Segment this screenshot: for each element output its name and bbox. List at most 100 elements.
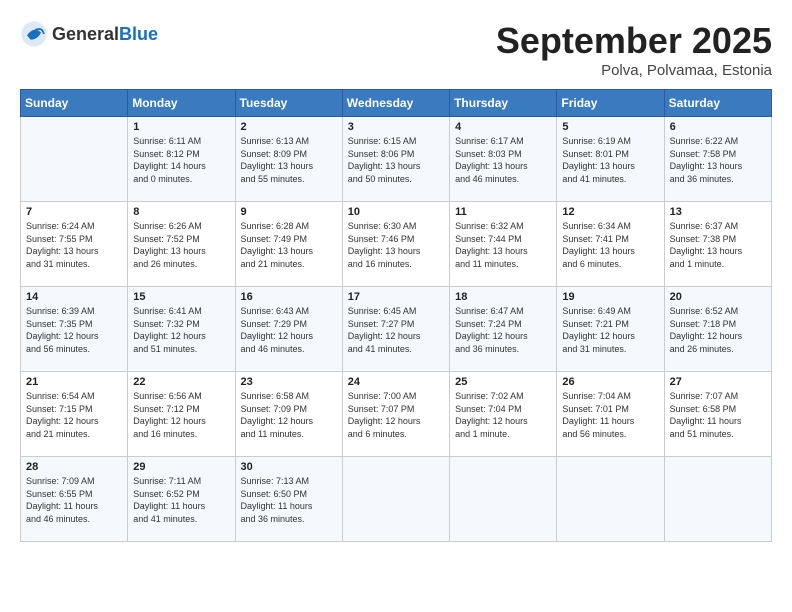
- day-info: Sunrise: 6:43 AM Sunset: 7:29 PM Dayligh…: [241, 305, 337, 355]
- calendar-cell: 29Sunrise: 7:11 AM Sunset: 6:52 PM Dayli…: [128, 457, 235, 542]
- day-number: 28: [26, 461, 122, 473]
- day-info: Sunrise: 6:13 AM Sunset: 8:09 PM Dayligh…: [241, 135, 337, 185]
- calendar-cell: 13 Sunrise: 6:37 AM Sunset: 7:38 PM Dayli…: [664, 202, 771, 287]
- weekday-header-monday: Monday: [128, 90, 235, 117]
- calendar-cell: 26 Sunrise: 7:04 AM Sunset: 7:01 PM Dayli…: [557, 372, 664, 457]
- day-number: 18: [455, 291, 551, 303]
- day-info: Sunrise: 6:52 AM Sunset: 7:18 PM Dayligh…: [670, 305, 766, 355]
- calendar-cell: 9Sunrise: 6:28 AM Sunset: 7:49 PM Daylig…: [235, 202, 342, 287]
- day-number: 25: [455, 376, 551, 388]
- calendar-cell: 22 Sunrise: 6:56 AM Sunset: 7:12 PM Dayli…: [128, 372, 235, 457]
- day-info: Sunrise: 6:47 AM Sunset: 7:24 PM Dayligh…: [455, 305, 551, 355]
- calendar-cell: [21, 117, 128, 202]
- day-info: Sunrise: 6:11 AM Sunset: 8:12 PM Dayligh…: [133, 135, 229, 185]
- calendar-cell: 25 Sunrise: 7:02 AM Sunset: 7:04 PM Dayli…: [450, 372, 557, 457]
- calendar-week-4: 21 Sunrise: 6:54 AM Sunset: 7:15 PM Dayli…: [21, 372, 772, 457]
- page-header: GeneralBlue September 2025 Polva, Polvam…: [20, 20, 772, 79]
- day-number: 22: [133, 376, 229, 388]
- calendar-cell: [342, 457, 449, 542]
- calendar-week-2: 7Sunrise: 6:24 AM Sunset: 7:55 PM Daylig…: [21, 202, 772, 287]
- calendar-table: SundayMondayTuesdayWednesdayThursdayFrid…: [20, 89, 772, 542]
- day-info: Sunrise: 6:39 AM Sunset: 7:35 PM Dayligh…: [26, 305, 122, 355]
- day-number: 20: [670, 291, 766, 303]
- day-info: Sunrise: 6:15 AM Sunset: 8:06 PM Dayligh…: [348, 135, 444, 185]
- calendar-cell: 8Sunrise: 6:26 AM Sunset: 7:52 PM Daylig…: [128, 202, 235, 287]
- calendar-week-3: 14Sunrise: 6:39 AM Sunset: 7:35 PM Dayli…: [21, 287, 772, 372]
- calendar-cell: [664, 457, 771, 542]
- weekday-header-wednesday: Wednesday: [342, 90, 449, 117]
- day-number: 21: [26, 376, 122, 388]
- day-number: 26: [562, 376, 658, 388]
- calendar-cell: 17 Sunrise: 6:45 AM Sunset: 7:27 PM Dayli…: [342, 287, 449, 372]
- day-number: 2: [241, 121, 337, 133]
- day-info: Sunrise: 6:34 AM Sunset: 7:41 PM Dayligh…: [562, 220, 658, 270]
- day-info: Sunrise: 7:07 AM Sunset: 6:58 PM Dayligh…: [670, 390, 766, 440]
- day-number: 15: [133, 291, 229, 303]
- calendar-cell: 15 Sunrise: 6:41 AM Sunset: 7:32 PM Dayli…: [128, 287, 235, 372]
- calendar-cell: 5 Sunrise: 6:19 AM Sunset: 8:01 PM Daylig…: [557, 117, 664, 202]
- calendar-cell: 12 Sunrise: 6:34 AM Sunset: 7:41 PM Dayli…: [557, 202, 664, 287]
- calendar-cell: 30 Sunrise: 7:13 AM Sunset: 6:50 PM Dayli…: [235, 457, 342, 542]
- calendar-cell: 14Sunrise: 6:39 AM Sunset: 7:35 PM Dayli…: [21, 287, 128, 372]
- logo-icon: [20, 20, 48, 48]
- calendar-cell: 27Sunrise: 7:07 AM Sunset: 6:58 PM Dayli…: [664, 372, 771, 457]
- calendar-week-5: 28 Sunrise: 7:09 AM Sunset: 6:55 PM Dayli…: [21, 457, 772, 542]
- calendar-cell: 1 Sunrise: 6:11 AM Sunset: 8:12 PM Daylig…: [128, 117, 235, 202]
- day-number: 30: [241, 461, 337, 473]
- day-info: Sunrise: 7:09 AM Sunset: 6:55 PM Dayligh…: [26, 475, 122, 525]
- day-info: Sunrise: 6:37 AM Sunset: 7:38 PM Dayligh…: [670, 220, 766, 270]
- day-number: 5: [562, 121, 658, 133]
- day-number: 16: [241, 291, 337, 303]
- day-info: Sunrise: 6:45 AM Sunset: 7:27 PM Dayligh…: [348, 305, 444, 355]
- day-info: Sunrise: 7:13 AM Sunset: 6:50 PM Dayligh…: [241, 475, 337, 525]
- day-info: Sunrise: 6:17 AM Sunset: 8:03 PM Dayligh…: [455, 135, 551, 185]
- calendar-cell: 21 Sunrise: 6:54 AM Sunset: 7:15 PM Dayli…: [21, 372, 128, 457]
- day-info: Sunrise: 6:56 AM Sunset: 7:12 PM Dayligh…: [133, 390, 229, 440]
- day-info: Sunrise: 6:41 AM Sunset: 7:32 PM Dayligh…: [133, 305, 229, 355]
- day-number: 1: [133, 121, 229, 133]
- calendar-cell: 19Sunrise: 6:49 AM Sunset: 7:21 PM Dayli…: [557, 287, 664, 372]
- calendar-cell: 11 Sunrise: 6:32 AM Sunset: 7:44 PM Dayli…: [450, 202, 557, 287]
- day-number: 17: [348, 291, 444, 303]
- day-info: Sunrise: 6:54 AM Sunset: 7:15 PM Dayligh…: [26, 390, 122, 440]
- logo: GeneralBlue: [20, 20, 158, 48]
- day-number: 11: [455, 206, 551, 218]
- day-info: Sunrise: 6:32 AM Sunset: 7:44 PM Dayligh…: [455, 220, 551, 270]
- calendar-cell: 28 Sunrise: 7:09 AM Sunset: 6:55 PM Dayli…: [21, 457, 128, 542]
- calendar-cell: 3 Sunrise: 6:15 AM Sunset: 8:06 PM Daylig…: [342, 117, 449, 202]
- day-number: 6: [670, 121, 766, 133]
- day-number: 23: [241, 376, 337, 388]
- day-number: 9: [241, 206, 337, 218]
- weekday-header-saturday: Saturday: [664, 90, 771, 117]
- calendar-cell: 2 Sunrise: 6:13 AM Sunset: 8:09 PM Daylig…: [235, 117, 342, 202]
- weekday-header-friday: Friday: [557, 90, 664, 117]
- day-number: 29: [133, 461, 229, 473]
- day-info: Sunrise: 7:04 AM Sunset: 7:01 PM Dayligh…: [562, 390, 658, 440]
- weekday-header-thursday: Thursday: [450, 90, 557, 117]
- day-number: 12: [562, 206, 658, 218]
- calendar-cell: 4 Sunrise: 6:17 AM Sunset: 8:03 PM Daylig…: [450, 117, 557, 202]
- day-info: Sunrise: 6:22 AM Sunset: 7:58 PM Dayligh…: [670, 135, 766, 185]
- day-info: Sunrise: 6:26 AM Sunset: 7:52 PM Dayligh…: [133, 220, 229, 270]
- day-info: Sunrise: 6:19 AM Sunset: 8:01 PM Dayligh…: [562, 135, 658, 185]
- calendar-cell: 24 Sunrise: 7:00 AM Sunset: 7:07 PM Dayli…: [342, 372, 449, 457]
- day-number: 4: [455, 121, 551, 133]
- calendar-cell: 18 Sunrise: 6:47 AM Sunset: 7:24 PM Dayli…: [450, 287, 557, 372]
- day-number: 3: [348, 121, 444, 133]
- calendar-cell: 20 Sunrise: 6:52 AM Sunset: 7:18 PM Dayli…: [664, 287, 771, 372]
- calendar-cell: 7Sunrise: 6:24 AM Sunset: 7:55 PM Daylig…: [21, 202, 128, 287]
- month-title: September 2025: [496, 20, 772, 62]
- day-info: Sunrise: 7:02 AM Sunset: 7:04 PM Dayligh…: [455, 390, 551, 440]
- day-number: 19: [562, 291, 658, 303]
- day-info: Sunrise: 6:58 AM Sunset: 7:09 PM Dayligh…: [241, 390, 337, 440]
- weekday-header-tuesday: Tuesday: [235, 90, 342, 117]
- title-block: September 2025 Polva, Polvamaa, Estonia: [496, 20, 772, 79]
- calendar-cell: 23 Sunrise: 6:58 AM Sunset: 7:09 PM Dayli…: [235, 372, 342, 457]
- calendar-cell: 10Sunrise: 6:30 AM Sunset: 7:46 PM Dayli…: [342, 202, 449, 287]
- day-number: 24: [348, 376, 444, 388]
- day-info: Sunrise: 6:30 AM Sunset: 7:46 PM Dayligh…: [348, 220, 444, 270]
- weekday-header-row: SundayMondayTuesdayWednesdayThursdayFrid…: [21, 90, 772, 117]
- day-number: 13: [670, 206, 766, 218]
- day-info: Sunrise: 7:00 AM Sunset: 7:07 PM Dayligh…: [348, 390, 444, 440]
- calendar-cell: 6 Sunrise: 6:22 AM Sunset: 7:58 PM Daylig…: [664, 117, 771, 202]
